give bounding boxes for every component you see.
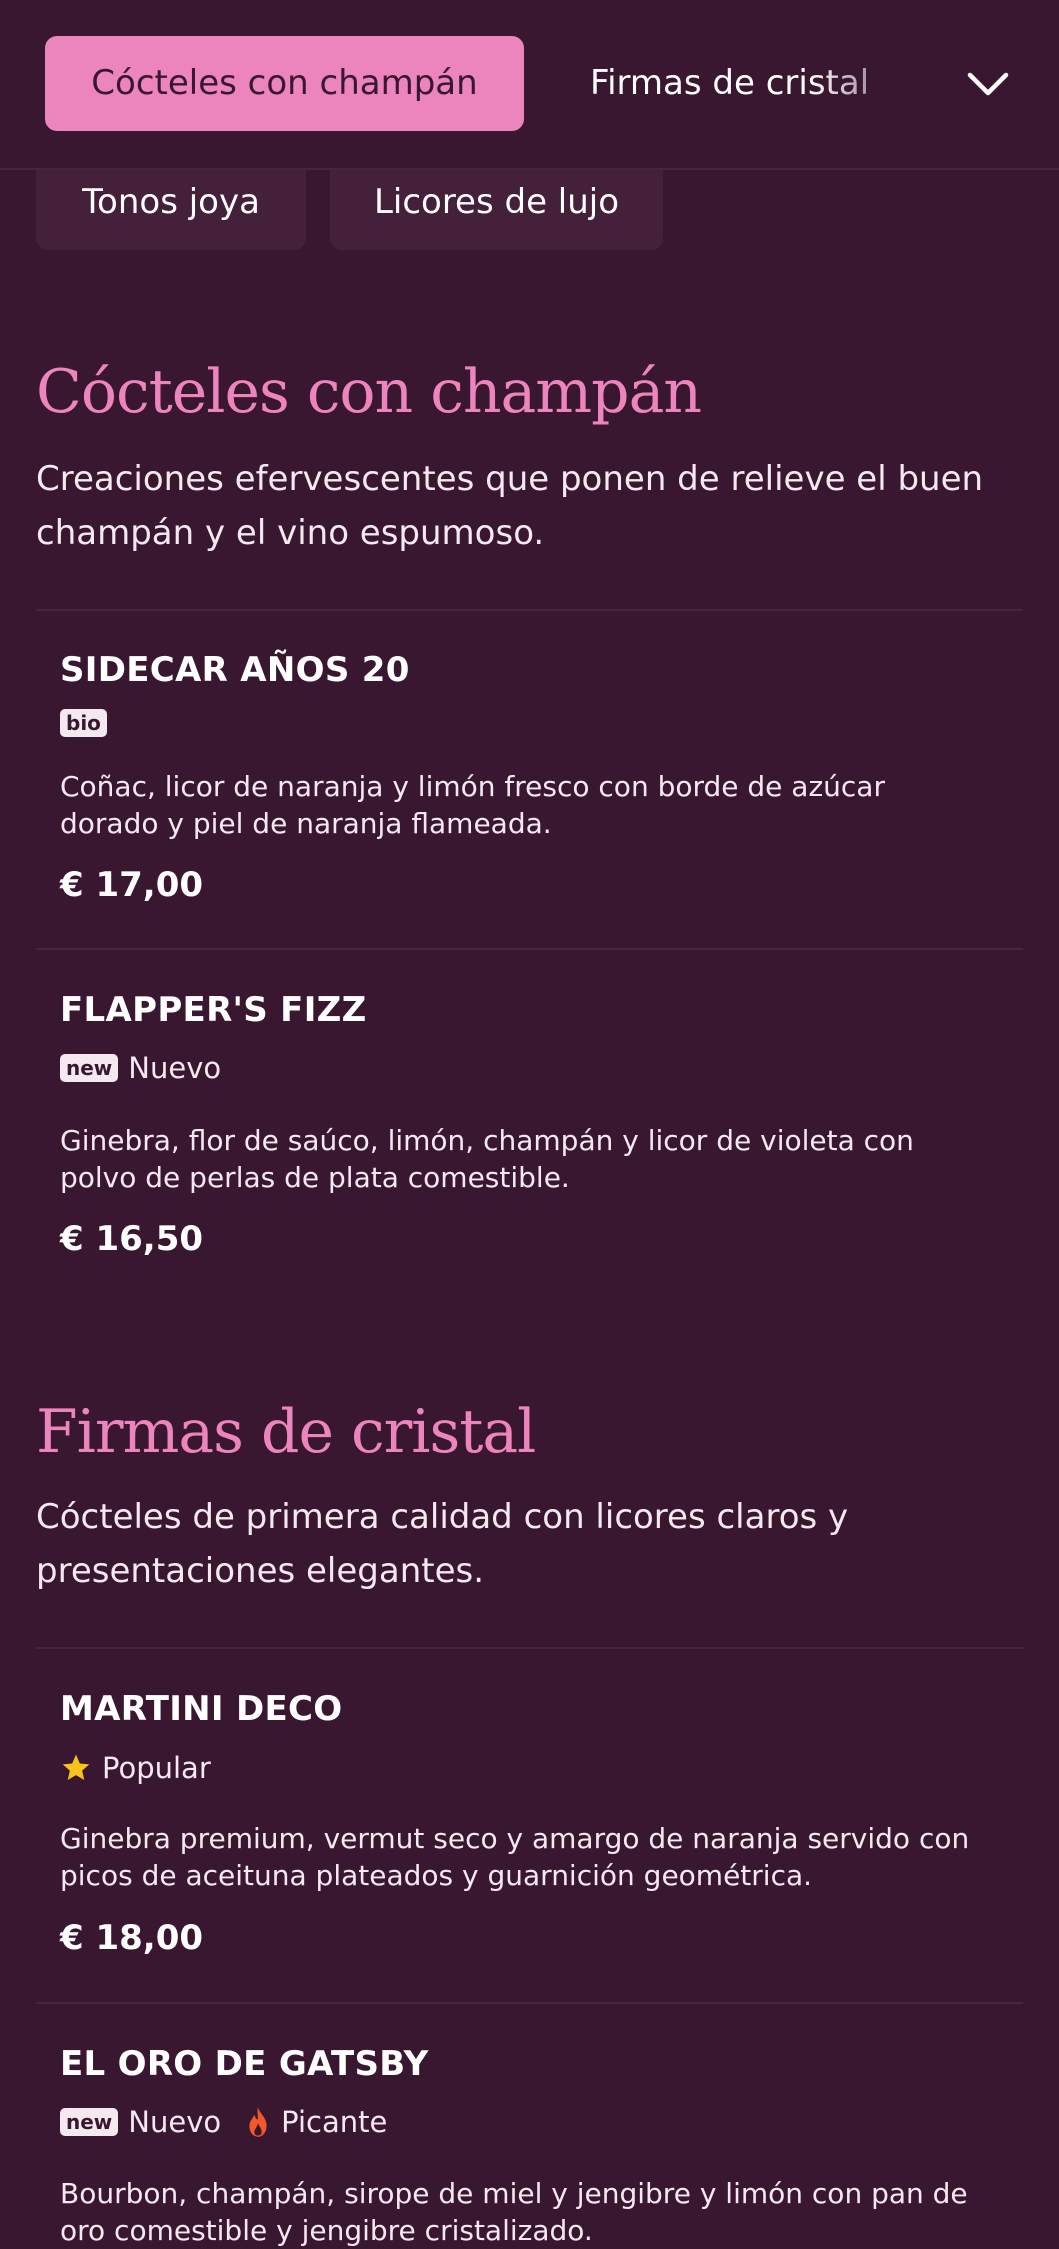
tag-popular: Popular [102, 1751, 211, 1785]
menu-item-description: Ginebra premium, vermut seco y amargo de… [60, 1822, 970, 1892]
menu-item-name: SIDECAR AÑOS 20 [60, 650, 410, 690]
chevron-down-icon[interactable] [963, 60, 1013, 110]
menu-item-description: Bourbon, champán, sirope de miel y jengi… [60, 2177, 968, 2247]
new-badge: new [60, 1054, 119, 1082]
section-description: Creaciones efervescentes que ponen de re… [36, 459, 984, 553]
section-description: Cócteles de primera calidad con licores … [36, 1497, 849, 1591]
divider [36, 1647, 1023, 1649]
menu-item-price: € 18,00 [60, 1918, 204, 1958]
tag-picante: Picante [281, 2105, 388, 2139]
new-badge: new [60, 2108, 119, 2136]
divider [36, 948, 1023, 950]
item-tags: bio [60, 705, 107, 741]
menu-item-name: FLAPPER'S FIZZ [60, 990, 367, 1030]
category-nav: Cócteles con champán Firmas de cristal [0, 0, 1059, 170]
tab-cocteles-con-champan[interactable]: Cócteles con champán [45, 36, 524, 131]
section-title: Cócteles con champán [36, 357, 702, 427]
item-tags: new Nuevo [60, 1050, 235, 1086]
tag-nuevo: Nuevo [128, 1051, 222, 1085]
menu-item-name: MARTINI DECO [60, 1689, 343, 1729]
section-title: Firmas de cristal [36, 1397, 536, 1467]
tab-scroll-fade [810, 30, 920, 140]
item-tags: Popular [60, 1750, 225, 1786]
flame-icon [249, 2107, 267, 2137]
divider [36, 2002, 1023, 2004]
menu-item-price: € 17,00 [60, 865, 204, 905]
menu-item-price: € 16,50 [60, 1219, 204, 1259]
menu-item-description: Ginebra, flor de saúco, limón, champán y… [60, 1124, 914, 1194]
menu-item-description: Coñac, licor de naranja y limón fresco c… [60, 770, 885, 840]
divider [36, 609, 1023, 611]
menu-item-name: EL ORO DE GATSBY [60, 2044, 429, 2084]
star-icon [62, 1754, 90, 1780]
bio-badge: bio [60, 709, 107, 737]
item-tags: new Nuevo Picante [60, 2104, 401, 2140]
tag-nuevo: Nuevo [128, 2105, 222, 2139]
